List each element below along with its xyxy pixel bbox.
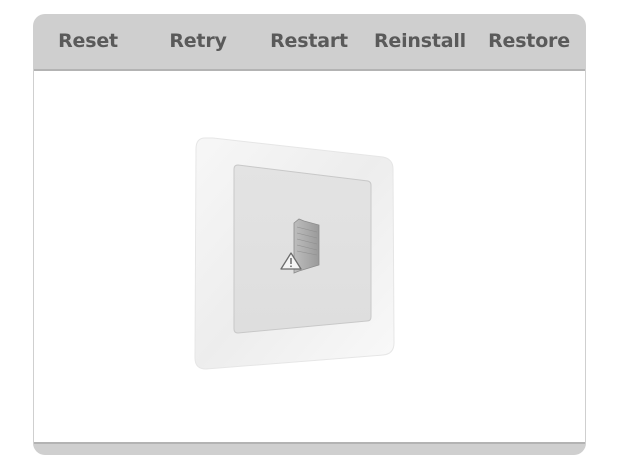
device-illustration — [191, 133, 396, 373]
tab-retry[interactable]: Retry — [169, 30, 227, 52]
tab-reset[interactable]: Reset — [58, 30, 118, 52]
tab-restart[interactable]: Restart — [270, 30, 348, 52]
troubleshoot-panel: Reset Retry Restart Reinstall Restore — [33, 14, 586, 455]
tab-reinstall[interactable]: Reinstall — [374, 30, 466, 52]
tab-restore[interactable]: Restore — [488, 30, 570, 52]
tab-bar: Reset Retry Restart Reinstall Restore — [33, 14, 586, 69]
tablet-illustration — [194, 137, 395, 370]
content-area — [34, 69, 585, 444]
